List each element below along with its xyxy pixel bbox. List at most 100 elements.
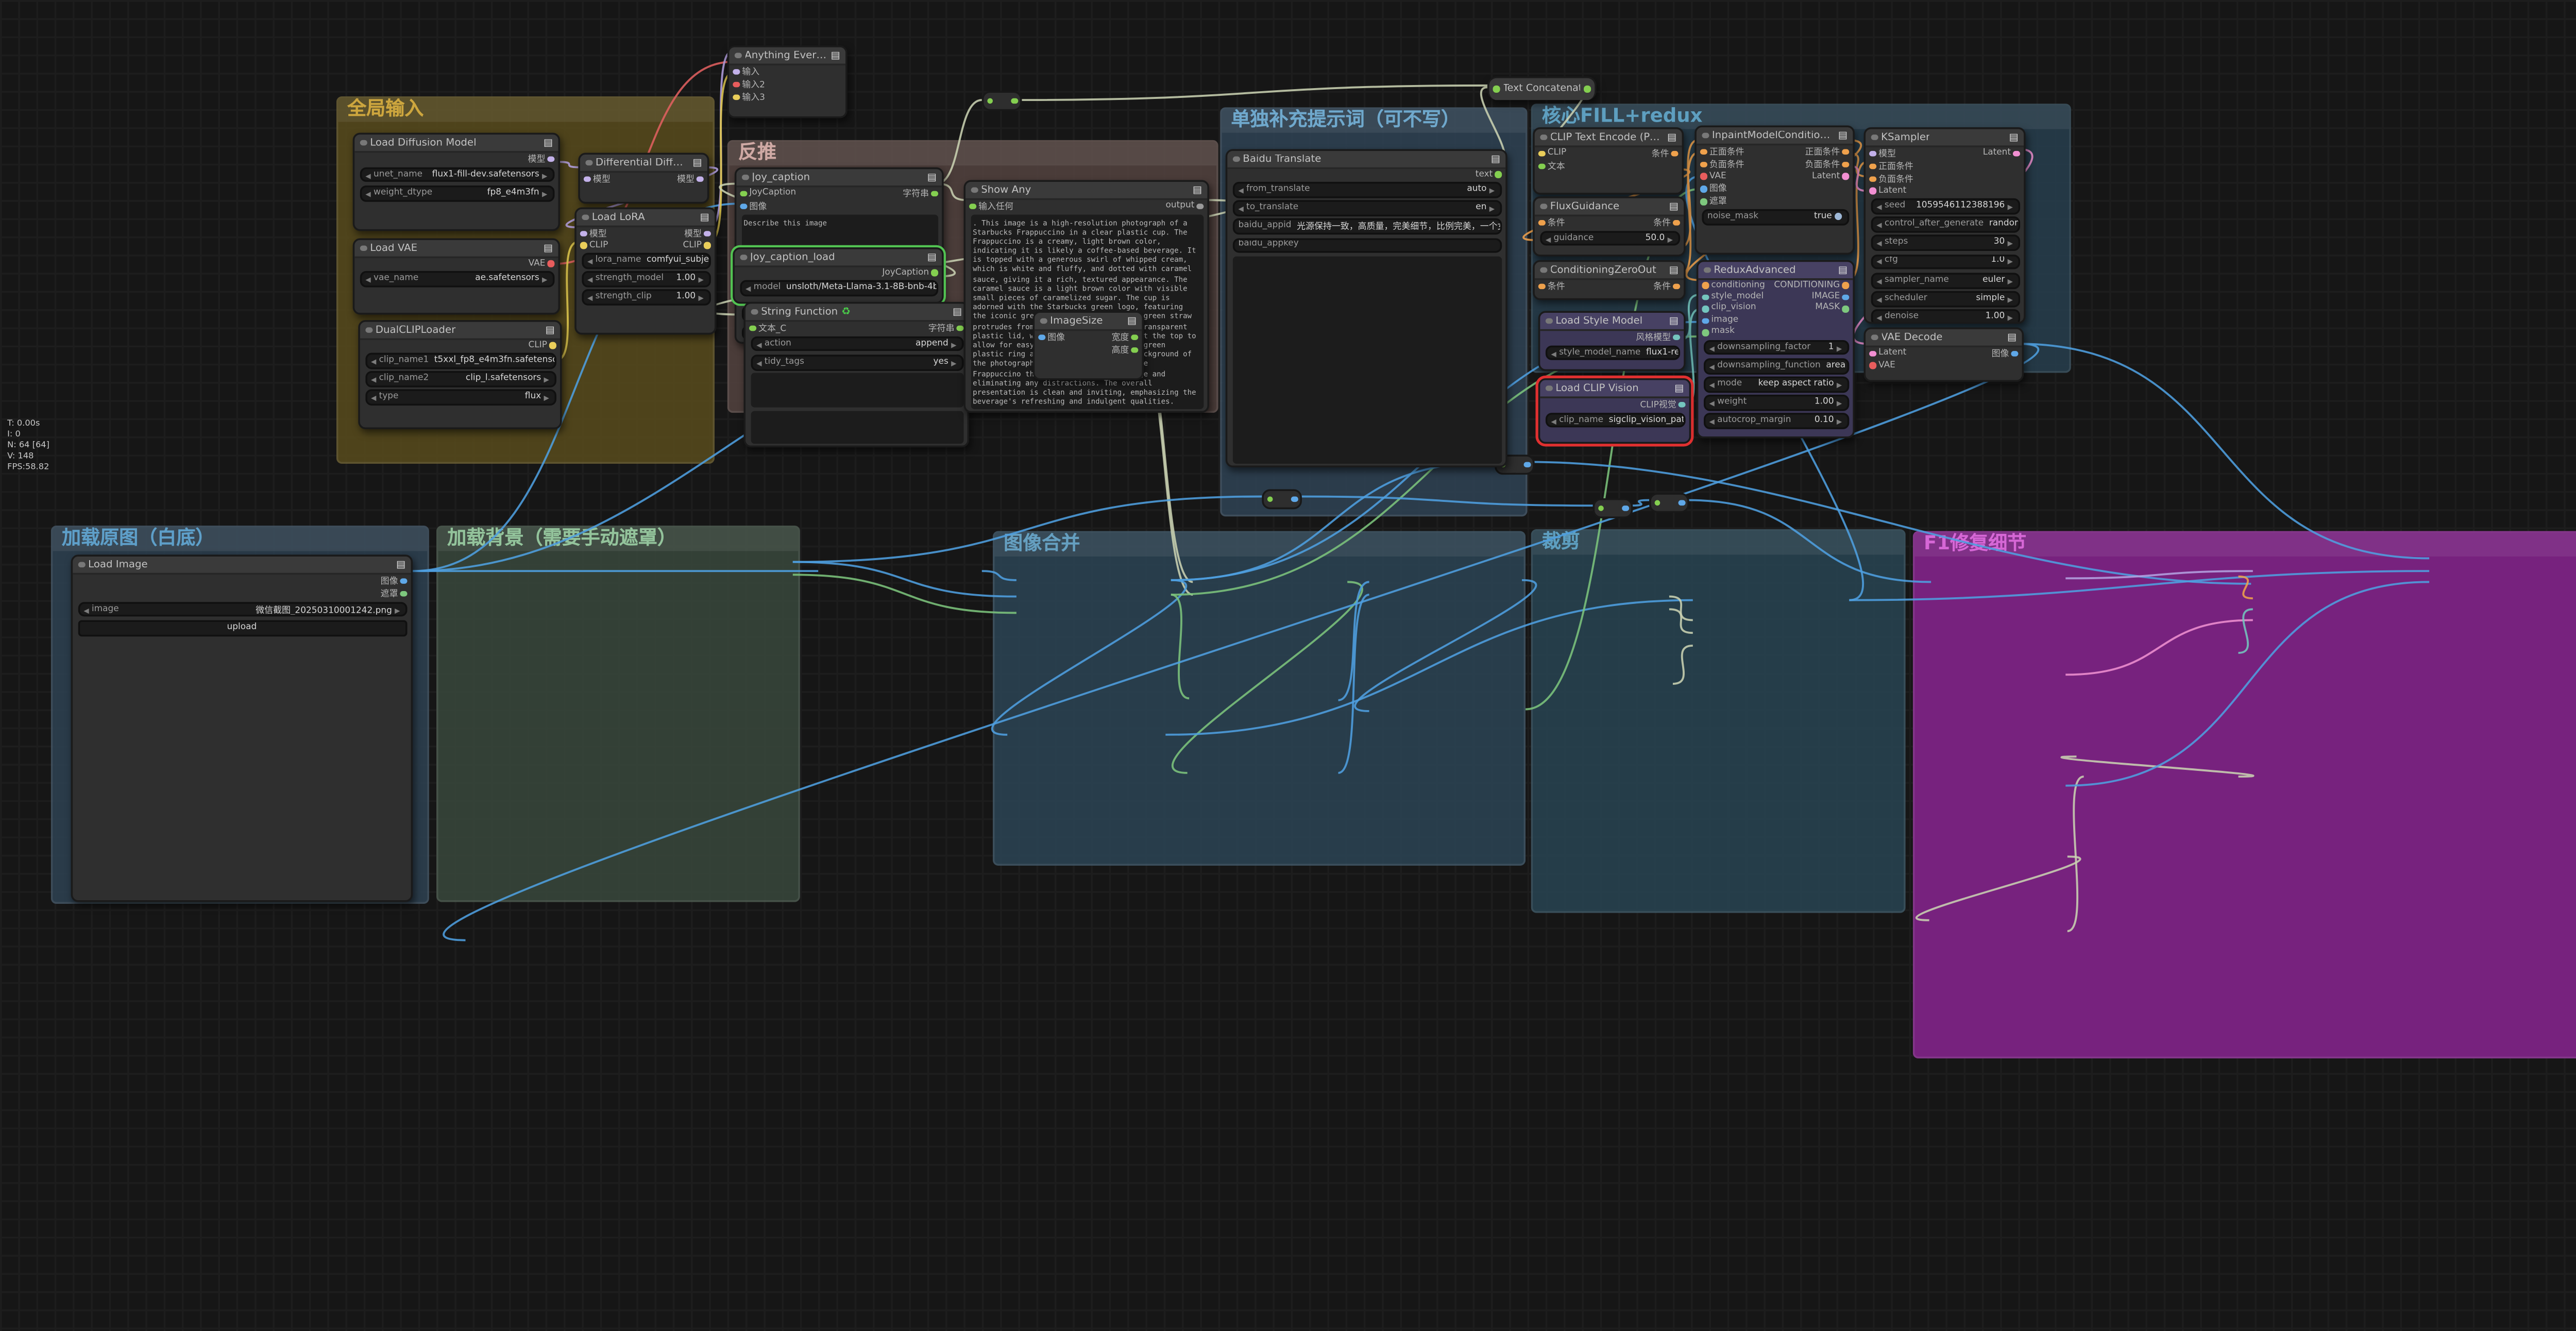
widget-right-arrow[interactable]: ▶ (544, 375, 549, 384)
input-dot[interactable] (1700, 148, 1707, 156)
input-slot[interactable]: 正面条件 (1869, 160, 1913, 173)
widget-mode[interactable]: ◀ mode keep aspect ratio ▶ (1703, 376, 1849, 393)
input-dot[interactable] (740, 203, 747, 210)
output-dot[interactable] (1131, 347, 1139, 353)
widget-right-arrow[interactable]: ▶ (2008, 294, 2013, 304)
node-collapse-dot[interactable] (734, 52, 741, 59)
widget-right-arrow[interactable]: ▶ (2008, 276, 2013, 285)
output-dot[interactable] (400, 578, 408, 584)
widget-right-arrow[interactable]: ▶ (2008, 239, 2013, 248)
input-dot[interactable] (1538, 150, 1545, 157)
node-header-clip-text-encode[interactable]: CLIP Text Encode (Prompt)▤ (1534, 129, 1682, 147)
node-header-dual-clip-loader[interactable]: DualCLIPLoader ▤ (360, 322, 561, 340)
input-dot[interactable] (1869, 350, 1876, 357)
input-dot[interactable] (1538, 163, 1545, 170)
node-flux-guidance[interactable]: FluxGuidance ▤ 条件 条件 ◀ guidance 50.0 ▶ (1533, 196, 1686, 257)
output-dot[interactable] (957, 325, 964, 332)
node-differential-diffusion[interactable]: Differential Diffusion▤ 模型 模型 (578, 153, 709, 204)
node-load-clip-vision[interactable]: Load CLIP Vision ▤ CLIP视觉 ◀ clip_name sigclip… (1538, 378, 1691, 444)
node-properties-icon[interactable]: ▤ (396, 559, 405, 570)
node-baidu-translate[interactable]: Baidu Translate ▤ text ◀ from_translate auto ▶… (1225, 149, 1507, 468)
output-dot[interactable] (1842, 282, 1850, 290)
widget-left-arrow[interactable]: ◀ (83, 605, 89, 614)
widget-denoise[interactable]: ◀ denoise 1.00 ▶ (1870, 309, 2020, 322)
output-dot[interactable] (704, 230, 711, 237)
output-dot[interactable] (1673, 283, 1681, 290)
node-collapse-dot[interactable] (1545, 317, 1552, 325)
widget-right-arrow[interactable]: ▶ (395, 605, 400, 614)
widget-upload[interactable]: upload (77, 619, 406, 636)
node-properties-icon[interactable]: ▤ (2007, 332, 2016, 343)
node-properties-icon[interactable]: ▤ (1193, 184, 1202, 195)
node-collapse-dot[interactable] (1540, 266, 1547, 274)
output-dot[interactable] (550, 342, 556, 349)
output-slot[interactable]: 高度 (1111, 344, 1139, 357)
node-header-baidu-translate[interactable]: Baidu Translate ▤ (1227, 150, 1506, 170)
widget-downsampling_function[interactable]: ◀downsampling_functionarea▶ (1703, 358, 1849, 374)
widget-left-arrow[interactable]: ◀ (1876, 313, 1882, 322)
output-dot[interactable] (2013, 150, 2021, 157)
widget-clip_name2[interactable]: ◀ clip_name2 clip_l.safetensors ▶ (364, 371, 556, 387)
input-dot[interactable] (1700, 161, 1707, 168)
node-properties-icon[interactable]: ▤ (545, 325, 554, 335)
widget-left-arrow[interactable]: ◀ (1709, 398, 1715, 408)
input-dot[interactable] (1702, 282, 1709, 290)
widget-baidu_appid[interactable]: baidu_appid 光源保持一致，高质量，完美细节，比例完美，一个女人拿着一杯… (1232, 219, 1501, 235)
node-collapse-dot[interactable] (360, 245, 367, 251)
node-header-load-diffusion-model[interactable]: Load Diffusion Model ▤ (354, 134, 558, 153)
node-collapse-dot[interactable] (360, 139, 367, 146)
output-slot[interactable]: VAE (529, 260, 555, 268)
node-properties-icon[interactable]: ▤ (1669, 315, 1679, 326)
input-dot[interactable] (583, 176, 590, 182)
node-collapse-dot[interactable] (1545, 385, 1552, 392)
input-dot[interactable] (749, 325, 756, 332)
input-dot[interactable] (1869, 362, 1876, 369)
widget-right-arrow[interactable]: ▶ (1489, 186, 1495, 195)
image-preview[interactable] (75, 640, 408, 898)
node-header-load-style-model[interactable]: Load Style Model ▤ (1540, 313, 1684, 331)
input-slot[interactable]: 输入 (733, 65, 759, 78)
widget-clip_name[interactable]: ◀clip_namesigclip_vision_patch14_...▶ (1545, 412, 1685, 429)
widget-right-arrow[interactable]: ▶ (542, 189, 547, 198)
widget-left-arrow[interactable]: ◀ (365, 189, 370, 198)
output-dot[interactable] (931, 190, 939, 197)
widget-left-arrow[interactable]: ◀ (371, 357, 376, 366)
output-slot[interactable]: 遮罩 (381, 587, 408, 600)
output-slot[interactable]: JoyCaption (882, 268, 939, 278)
widget-from_translate[interactable]: ◀ from_translate auto ▶ (1232, 182, 1501, 198)
node-inpaint-model-conditioning[interactable]: InpaintModelConditioning ▤ 正面条件 正面条件 负面条件 负面条… (1694, 125, 1855, 255)
output-dot[interactable] (1673, 334, 1681, 341)
node-properties-icon[interactable]: ▤ (1674, 383, 1684, 394)
input-dot[interactable] (1869, 163, 1876, 170)
widget-left-arrow[interactable]: ◀ (1876, 276, 1882, 285)
widget-cfg[interactable]: ◀ cfg 1.0 ▶ (1870, 254, 2020, 270)
group-title-image-merge[interactable]: 图像合并 (994, 533, 1524, 557)
input-slot[interactable]: 图像 (740, 200, 767, 213)
node-textarea[interactable] (1232, 256, 1501, 464)
widget-right-arrow[interactable]: ▶ (1489, 204, 1495, 213)
node-collapse-dot[interactable] (1871, 334, 1878, 341)
group-title-crop[interactable]: 裁剪 (1533, 531, 1904, 555)
node-collapse-dot[interactable] (1871, 134, 1878, 141)
widget-left-arrow[interactable]: ◀ (1876, 221, 1882, 230)
node-header-image-size[interactable]: ImageSize ▤ (1035, 313, 1142, 331)
input-dot[interactable] (733, 69, 739, 75)
group-title-global-input[interactable]: 全局输入 (338, 98, 713, 122)
node-load-image-white[interactable]: Load Image ▤ 图像 遮罩 ◀ image 微信截图_20250310001242… (71, 554, 413, 902)
node-collapse-dot[interactable] (1232, 156, 1240, 162)
node-header-redux-advanced[interactable]: ReduxAdvanced ▤ (1698, 262, 1853, 280)
reroute-out-dot[interactable] (1291, 496, 1298, 502)
input-dot[interactable] (969, 203, 976, 210)
widget-left-arrow[interactable]: ◀ (587, 275, 592, 284)
output-dot[interactable] (931, 269, 939, 277)
output-slot[interactable]: 条件 (1653, 216, 1681, 229)
node-conditioning-zero-out[interactable]: ConditioningZeroOut ▤ 条件 条件 (1533, 260, 1686, 300)
node-collapse-dot[interactable] (1540, 203, 1547, 210)
widget-action[interactable]: ◀ action append ▶ (750, 335, 963, 352)
reroute-out-dot[interactable] (1524, 462, 1530, 468)
widget-right-arrow[interactable]: ▶ (699, 293, 704, 302)
output-slot[interactable]: 负面条件 (1805, 158, 1850, 171)
input-slot[interactable]: CLIP (1538, 149, 1566, 158)
input-slot[interactable]: 文本_C (749, 322, 786, 334)
widget-left-arrow[interactable]: ◀ (1709, 361, 1715, 370)
